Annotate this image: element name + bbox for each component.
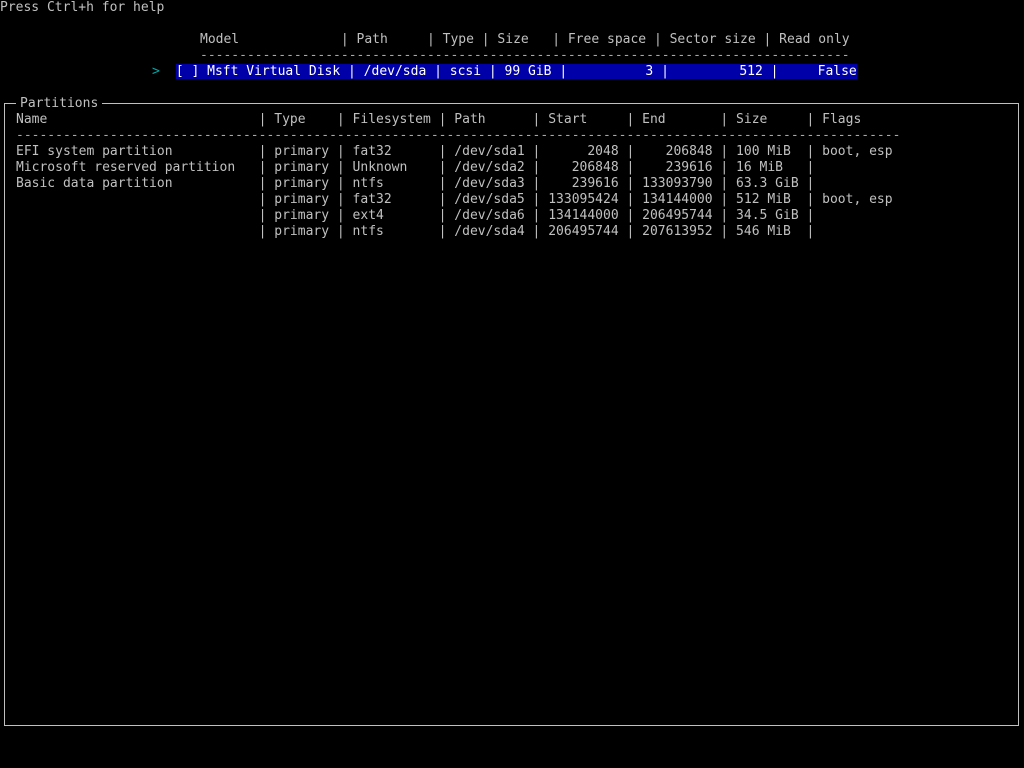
- partition-row[interactable]: EFI system partition | primary | fat32 |…: [16, 144, 893, 160]
- terminal-screen: Press Ctrl+h for help Model | Path | Typ…: [0, 0, 1024, 768]
- partitions-panel-title: Partitions: [16, 96, 103, 112]
- partitions-table-divider: ----------------------------------------…: [16, 128, 901, 143]
- disk-row[interactable]: > [ ] Msft Virtual Disk | /dev/sda | scsi…: [152, 64, 857, 80]
- disk-table-header: Model | Path | Type | Size | Free space …: [200, 32, 850, 47]
- cursor-icon: >: [152, 64, 160, 79]
- partition-row[interactable]: | primary | fat32 | /dev/sda5 | 13309542…: [16, 192, 893, 208]
- disk-row-selection[interactable]: [ ] Msft Virtual Disk | /dev/sda | scsi …: [175, 64, 857, 79]
- help-hint: Press Ctrl+h for help: [0, 0, 165, 15]
- partition-row[interactable]: Basic data partition | primary | ntfs | …: [16, 176, 814, 192]
- partition-row[interactable]: Microsoft reserved partition | primary |…: [16, 160, 814, 176]
- disk-table-divider: ----------------------------------------…: [200, 48, 850, 63]
- partition-row[interactable]: | primary | ext4 | /dev/sda6 | 134144000…: [16, 208, 815, 224]
- partition-row[interactable]: | primary | ntfs | /dev/sda4 | 206495744…: [16, 224, 815, 240]
- disk-row-text: Msft Virtual Disk | /dev/sda | scsi | 99…: [207, 64, 857, 79]
- partitions-table-header: Name | Type | Filesystem | Path | Start …: [16, 112, 862, 127]
- disk-checkbox[interactable]: [ ]: [176, 64, 199, 79]
